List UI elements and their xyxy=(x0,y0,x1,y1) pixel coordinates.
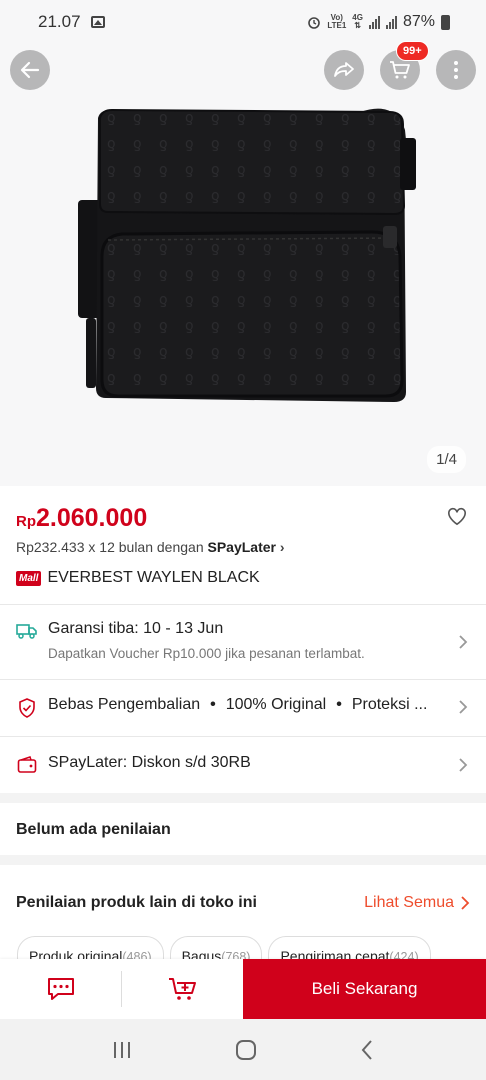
bottom-action-bar: Beli Sekarang xyxy=(0,959,486,1019)
chevron-right-icon: › xyxy=(279,539,285,555)
status-bar: 21.07 Vo) LTE1 4G ⇅ 87% xyxy=(0,0,486,44)
back-button[interactable] xyxy=(10,50,50,90)
chat-icon xyxy=(47,978,74,1000)
signal-icon xyxy=(368,15,380,29)
more-options-button[interactable] xyxy=(436,50,476,90)
chevron-right-icon xyxy=(459,700,468,714)
cart-button[interactable]: 99+ xyxy=(380,41,429,90)
buy-now-button[interactable]: Beli Sekarang xyxy=(243,959,486,1019)
chat-button[interactable] xyxy=(0,959,121,1019)
system-back-icon[interactable] xyxy=(359,1039,375,1061)
cart-plus-icon xyxy=(168,978,196,1000)
arrow-left-icon xyxy=(20,61,40,79)
chevron-right-icon xyxy=(461,896,470,910)
more-vertical-icon xyxy=(454,61,458,79)
share-button[interactable] xyxy=(324,50,364,90)
see-all-link[interactable]: Lihat Semua xyxy=(364,894,470,912)
shipping-eta: Garansi tiba: 10 - 13 Jun xyxy=(48,620,224,637)
recent-apps-icon[interactable] xyxy=(111,1040,133,1060)
home-icon[interactable] xyxy=(235,1039,257,1061)
heart-icon[interactable] xyxy=(446,506,468,526)
alarm-icon xyxy=(308,17,321,29)
battery-percent: 87% xyxy=(402,13,435,30)
network-4g-label: 4G ⇅ xyxy=(352,13,363,30)
cart-count-badge: 99+ xyxy=(396,41,429,61)
product-info: Rp2.060.000 Rp232.433 x 12 bulan dengan … xyxy=(0,486,486,587)
product-price: Rp2.060.000 xyxy=(16,504,148,532)
guarantee-protection: Proteksi ... xyxy=(351,696,428,713)
installment-info[interactable]: Rp232.433 x 12 bulan dengan SPayLater › xyxy=(16,539,470,555)
chevron-right-icon xyxy=(459,758,468,772)
add-to-cart-button[interactable] xyxy=(122,959,243,1019)
guarantees-row[interactable]: Bebas Pengembalian • 100% Original • Pro… xyxy=(0,696,486,718)
image-counter: 1/4 xyxy=(427,446,466,473)
truck-icon xyxy=(16,624,37,639)
spaylater-discount: SPayLater: Diskon s/d 30RB xyxy=(48,754,251,771)
rating-status: Belum ada penilaian xyxy=(16,821,171,838)
guarantee-returns: Bebas Pengembalian xyxy=(48,696,201,713)
product-title: EVERBEST WAYLEN BLACK xyxy=(47,569,260,586)
network-volte-label: Vo) LTE1 xyxy=(327,13,347,30)
shipping-guarantee-row[interactable]: Garansi tiba: 10 - 13 Jun Dapatkan Vouch… xyxy=(0,620,486,661)
gallery-icon xyxy=(90,16,105,28)
product-image-carousel[interactable]: ƍ 99+ 1/4 xyxy=(0,0,486,486)
cart-icon xyxy=(390,61,410,79)
shield-check-icon xyxy=(19,698,35,718)
shipping-voucher-note: Dapatkan Voucher Rp10.000 jika pesanan t… xyxy=(48,646,365,661)
shop-reviews-title: Penilaian produk lain di toko ini xyxy=(16,894,257,911)
chevron-right-icon xyxy=(459,635,468,649)
signal-2-icon xyxy=(385,15,397,29)
share-icon xyxy=(334,62,354,77)
spaylater-row[interactable]: SPayLater: Diskon s/d 30RB xyxy=(0,754,486,774)
status-time: 21.07 xyxy=(38,12,81,31)
mall-badge: Mall xyxy=(16,570,42,586)
wallet-icon xyxy=(17,756,37,773)
guarantee-original: 100% Original xyxy=(225,696,327,713)
battery-icon xyxy=(441,14,450,30)
system-navigation-bar xyxy=(0,1019,486,1080)
